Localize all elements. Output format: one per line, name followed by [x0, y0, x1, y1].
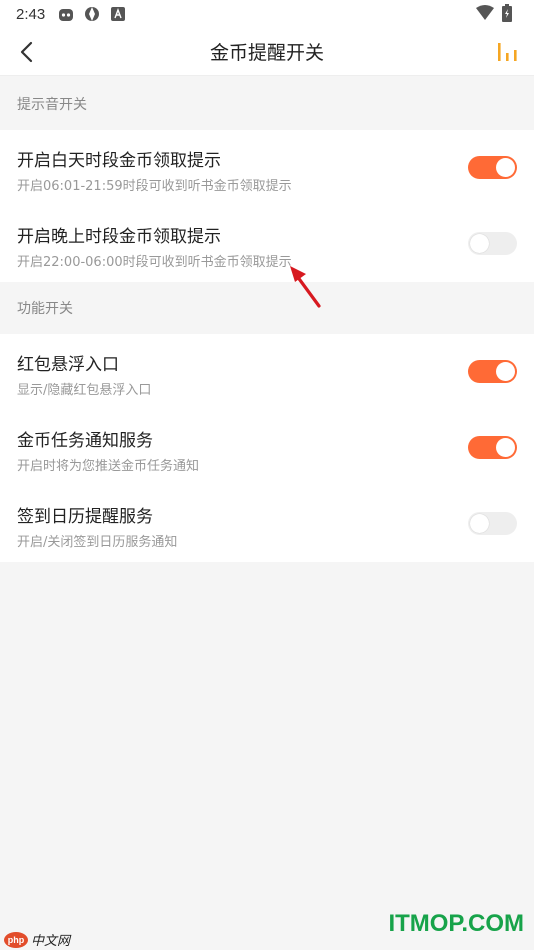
toggle-knob	[496, 438, 515, 457]
page-title: 金币提醒开关	[209, 42, 324, 64]
app-header: 金币提醒开关	[0, 28, 534, 76]
day-reminder-toggle[interactable]	[468, 156, 517, 179]
toggle-knob	[496, 158, 515, 177]
annotation-arrow-icon	[290, 266, 321, 308]
setting-description: 开启时将为您推送金币任务通知	[17, 459, 200, 474]
setting-label: 开启晚上时段金币领取提示	[17, 227, 221, 247]
back-button[interactable]	[10, 36, 42, 68]
status-bar: 2:43	[0, 0, 534, 28]
status-time: 2:43	[16, 5, 46, 23]
setting-row-night-reminder: 开启晚上时段金币领取提示 开启22:00-06:00时段可收到听书金币领取提示	[0, 206, 534, 282]
app-notification-icon	[109, 5, 127, 23]
toggle-knob	[470, 514, 489, 533]
php-watermark-text: 中文网	[31, 933, 71, 948]
section-title-features: 功能开关	[17, 301, 73, 317]
night-reminder-toggle[interactable]	[468, 232, 517, 255]
setting-label: 金币任务通知服务	[17, 431, 153, 451]
setting-row-day-reminder: 开启白天时段金币领取提示 开启06:01-21:59时段可收到听书金币领取提示	[0, 130, 534, 206]
settings-card-features: 红包悬浮入口 显示/隐藏红包悬浮入口 金币任务通知服务 开启时将为您推送金币任务…	[0, 334, 534, 562]
setting-row-checkin-calendar: 签到日历提醒服务 开启/关闭签到日历服务通知	[0, 486, 534, 562]
toggle-knob	[496, 362, 515, 381]
setting-description: 开启06:01-21:59时段可收到听书金币领取提示	[17, 179, 292, 194]
status-right	[476, 4, 520, 22]
bar-chart-icon	[498, 43, 517, 61]
php-logo-icon: php	[4, 931, 28, 948]
aperture-notification-icon	[83, 5, 101, 23]
settings-card-sound: 开启白天时段金币领取提示 开启06:01-21:59时段可收到听书金币领取提示 …	[0, 130, 534, 282]
setting-label: 红包悬浮入口	[17, 355, 119, 375]
setting-label: 签到日历提醒服务	[17, 507, 153, 527]
setting-label: 开启白天时段金币领取提示	[17, 151, 221, 171]
task-notification-toggle[interactable]	[468, 436, 517, 459]
battery-icon	[498, 4, 516, 22]
php-watermark: php 中文网	[4, 930, 70, 949]
section-title-sound: 提示音开关	[17, 97, 87, 113]
setting-row-task-notification: 金币任务通知服务 开启时将为您推送金币任务通知	[0, 410, 534, 486]
toggle-knob	[470, 234, 489, 253]
setting-row-redpacket-entry: 红包悬浮入口 显示/隐藏红包悬浮入口	[0, 334, 534, 410]
itmop-watermark: ITMOP.COM	[388, 910, 524, 937]
chevron-left-icon	[20, 41, 33, 63]
setting-description: 显示/隐藏红包悬浮入口	[17, 383, 152, 398]
setting-description: 开启/关闭签到日历服务通知	[17, 535, 178, 550]
setting-description: 开启22:00-06:00时段可收到听书金币领取提示	[17, 255, 292, 270]
redpacket-entry-toggle[interactable]	[468, 360, 517, 383]
robot-notification-icon	[57, 5, 75, 23]
stats-button[interactable]	[492, 36, 524, 68]
checkin-calendar-toggle[interactable]	[468, 512, 517, 535]
wifi-icon	[476, 4, 494, 22]
